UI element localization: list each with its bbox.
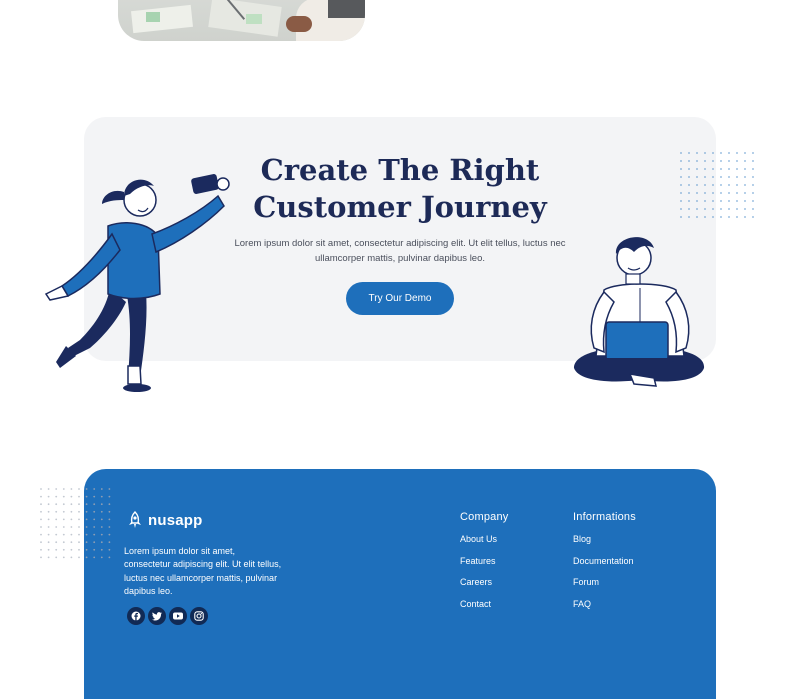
- company-heading: Company: [460, 511, 509, 523]
- try-demo-button[interactable]: Try Our Demo: [346, 282, 454, 315]
- facebook-icon[interactable]: [127, 607, 145, 625]
- brand-name: nusapp: [148, 511, 203, 529]
- informations-heading: Informations: [573, 511, 636, 523]
- team-photo: [118, 0, 365, 41]
- footer-description: Lorem ipsum dolor sit amet, consectetur …: [124, 546, 282, 597]
- dot-pattern-decoration-footer: [40, 488, 111, 559]
- footer-link-faq[interactable]: FAQ: [573, 599, 636, 609]
- cta-description: Lorem ipsum dolor sit amet, consectetur …: [234, 238, 566, 264]
- footer-logo[interactable]: nusapp: [128, 511, 203, 529]
- footer-link-contact[interactable]: Contact: [460, 599, 508, 609]
- footer-link-documentation[interactable]: Documentation: [573, 556, 636, 566]
- twitter-icon[interactable]: [148, 607, 166, 625]
- footer-column-company: Company About Us Features Careers Contac…: [460, 511, 508, 621]
- rocket-icon: [129, 511, 141, 528]
- footer-link-about-us[interactable]: About Us: [460, 534, 508, 544]
- footer-link-features[interactable]: Features: [460, 556, 508, 566]
- footer-column-informations: Informations Blog Documentation Forum FA…: [573, 511, 636, 621]
- footer-link-blog[interactable]: Blog: [573, 534, 636, 544]
- footer-link-careers[interactable]: Careers: [460, 577, 508, 587]
- woman-selfie-illustration: [44, 174, 230, 392]
- social-links: [127, 607, 208, 625]
- footer-link-forum[interactable]: Forum: [573, 577, 636, 587]
- man-laptop-illustration: [574, 237, 705, 387]
- youtube-icon[interactable]: [169, 607, 187, 625]
- instagram-icon[interactable]: [190, 607, 208, 625]
